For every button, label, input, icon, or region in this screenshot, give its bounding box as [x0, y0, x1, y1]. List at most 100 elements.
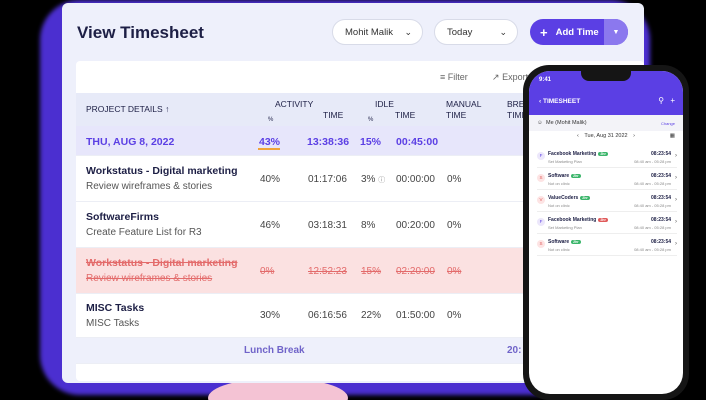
- item-name: ValueCoders: [548, 195, 579, 201]
- activity-time: 06:16:56: [308, 310, 347, 321]
- project-name: SoftwareFirms: [86, 211, 159, 223]
- user-select[interactable]: Mohit Malik ⌄: [332, 19, 423, 45]
- phone-list-item[interactable]: V ValueCoders 2hr Not on clinic 08:23:54 …: [537, 193, 677, 212]
- idle-time: 00:00:00: [396, 174, 435, 185]
- chevron-right-icon: ›: [675, 241, 677, 247]
- phone-change-link[interactable]: Change: [661, 121, 675, 126]
- filter-label: Filter: [447, 72, 468, 82]
- back-arrow-icon[interactable]: ‹: [539, 98, 541, 105]
- phone-date-nav: ‹ Tue, Aug 31 2022 › ▦: [529, 133, 683, 145]
- filter-button[interactable]: ≡ Filter: [440, 72, 468, 82]
- phone-list-item[interactable]: S Software 2hr Not on clinic 08:23:54 08:…: [537, 171, 677, 190]
- info-icon[interactable]: ⓘ: [378, 177, 385, 184]
- chevron-right-icon: ›: [675, 219, 677, 225]
- task-name: Review wireframes & stories: [86, 181, 213, 192]
- sort-project-header[interactable]: PROJECT DETAILS ↑: [86, 104, 169, 114]
- idle-time: 00:45:00: [396, 136, 439, 148]
- project-icon: F: [537, 152, 545, 160]
- item-duration: 08:23:54: [650, 217, 671, 223]
- project-name: Workstatus - Digital marketing: [86, 257, 238, 269]
- break-time: 20:: [507, 345, 522, 356]
- item-sub: Not on clinic: [548, 247, 570, 252]
- plus-icon[interactable]: +: [670, 96, 675, 105]
- idle-pct: 8%: [361, 220, 376, 231]
- item-badge: 2hr: [598, 217, 608, 222]
- period-select[interactable]: Today ⌄: [434, 19, 518, 45]
- item-range: 08:40 am - 05:28 pm: [634, 159, 671, 164]
- phone-header-icons: ⚲ +: [658, 96, 675, 105]
- idle-time: 01:50:00: [396, 310, 435, 321]
- header-manual: MANUAL: [446, 99, 482, 109]
- add-time-dropdown-toggle[interactable]: ▼: [604, 19, 628, 45]
- idle-pct: 15%: [360, 136, 382, 148]
- item-range: 08:40 am - 05:28 pm: [634, 181, 671, 186]
- item-duration: 08:23:54: [650, 195, 671, 201]
- phone-user-name: Me (Mohit Malik): [546, 120, 587, 126]
- manual-time: 0%: [447, 174, 462, 185]
- idle-time: 02:20:00: [396, 266, 435, 277]
- search-icon[interactable]: ⚲: [658, 96, 664, 105]
- item-sub: Not on clinic: [548, 181, 570, 186]
- header-idle-pct: %: [368, 117, 374, 123]
- calendar-icon[interactable]: ▦: [670, 133, 675, 139]
- phone-user-bar[interactable]: ☺ Me (Mohit Malik) Change: [529, 115, 683, 131]
- activity-pct: 46%: [260, 220, 281, 231]
- export-icon: ↗: [492, 72, 500, 82]
- phone-notch: [581, 71, 631, 81]
- page-title: View Timesheet: [77, 23, 204, 42]
- lunch-break-label: Lunch Break: [244, 345, 305, 356]
- project-icon: S: [537, 174, 545, 182]
- item-sub: Not on clinic: [548, 203, 570, 208]
- item-badge: 2hr: [571, 239, 581, 244]
- item-badge: 2hr: [598, 151, 608, 156]
- activity-pct: 0%: [260, 266, 275, 277]
- activity-time: 12:52:23: [308, 266, 347, 277]
- item-range: 08:40 am - 05:28 pm: [634, 225, 671, 230]
- header-activity-time: TIME: [323, 110, 344, 120]
- item-name: Software: [548, 239, 570, 245]
- item-range: 08:40 am - 05:28 pm: [634, 203, 671, 208]
- idle-pct: 15%: [361, 266, 382, 277]
- item-name: Facebook Marketing: [548, 217, 597, 223]
- task-name: Review wireframes & stories: [86, 273, 213, 284]
- activity-pct: 40%: [260, 174, 281, 185]
- next-day-icon[interactable]: ›: [633, 133, 635, 139]
- add-time-button[interactable]: + Add Time ▼: [530, 19, 628, 45]
- project-name: Workstatus - Digital marketing: [86, 165, 238, 177]
- date-label: THU, AUG 8, 2022: [86, 136, 175, 148]
- activity-time: 13:38:36: [307, 136, 350, 148]
- header-project: PROJECT DETAILS: [86, 104, 163, 114]
- project-icon: V: [537, 196, 545, 204]
- header-activity: ACTIVITY: [275, 99, 314, 109]
- manual-time: 0%: [447, 220, 462, 231]
- item-name: Software: [548, 173, 570, 179]
- prev-day-icon[interactable]: ‹: [577, 133, 579, 139]
- header-activity-pct: %: [268, 117, 274, 123]
- phone-header: 9:41 ‹ TIMESHEET ⚲ +: [529, 71, 683, 115]
- idle-time: 00:20:00: [396, 220, 435, 231]
- phone-title: ‹ TIMESHEET: [539, 98, 580, 105]
- item-badge: 2hr: [580, 195, 590, 200]
- export-button[interactable]: ↗ Export: [492, 72, 528, 83]
- phone-title-text: TIMESHEET: [542, 98, 581, 105]
- item-range: 08:40 am - 05:28 pm: [634, 247, 671, 252]
- phone-list-item[interactable]: S Software 2hr Not on clinic 08:23:54 08:…: [537, 237, 677, 256]
- header-idle-time: TIME: [395, 110, 416, 120]
- idle-pct: 3% ⓘ: [361, 174, 385, 185]
- phone-date: Tue, Aug 31 2022: [584, 133, 628, 139]
- item-duration: 08:23:54: [650, 151, 671, 157]
- manual-time: 0%: [447, 266, 462, 277]
- manual-time: 0%: [447, 310, 462, 321]
- phone-mockup: 9:41 ‹ TIMESHEET ⚲ + ☺ Me (Mohit Malik) …: [523, 65, 689, 400]
- phone-screen: 9:41 ‹ TIMESHEET ⚲ + ☺ Me (Mohit Malik) …: [529, 71, 683, 394]
- project-icon: S: [537, 240, 545, 248]
- phone-list-item[interactable]: F Facebook Marketing 2hr Set Marketing Pl…: [537, 149, 677, 168]
- user-icon: ☺: [537, 120, 543, 126]
- chevron-right-icon: ›: [675, 153, 677, 159]
- activity-pct: 30%: [260, 310, 281, 321]
- activity-time: 01:17:06: [308, 174, 347, 185]
- phone-list-item[interactable]: F Facebook Marketing 2hr Set Marketing Pl…: [537, 215, 677, 234]
- plus-icon: +: [540, 24, 548, 40]
- item-name: Facebook Marketing: [548, 151, 597, 157]
- chevron-right-icon: ›: [675, 197, 677, 203]
